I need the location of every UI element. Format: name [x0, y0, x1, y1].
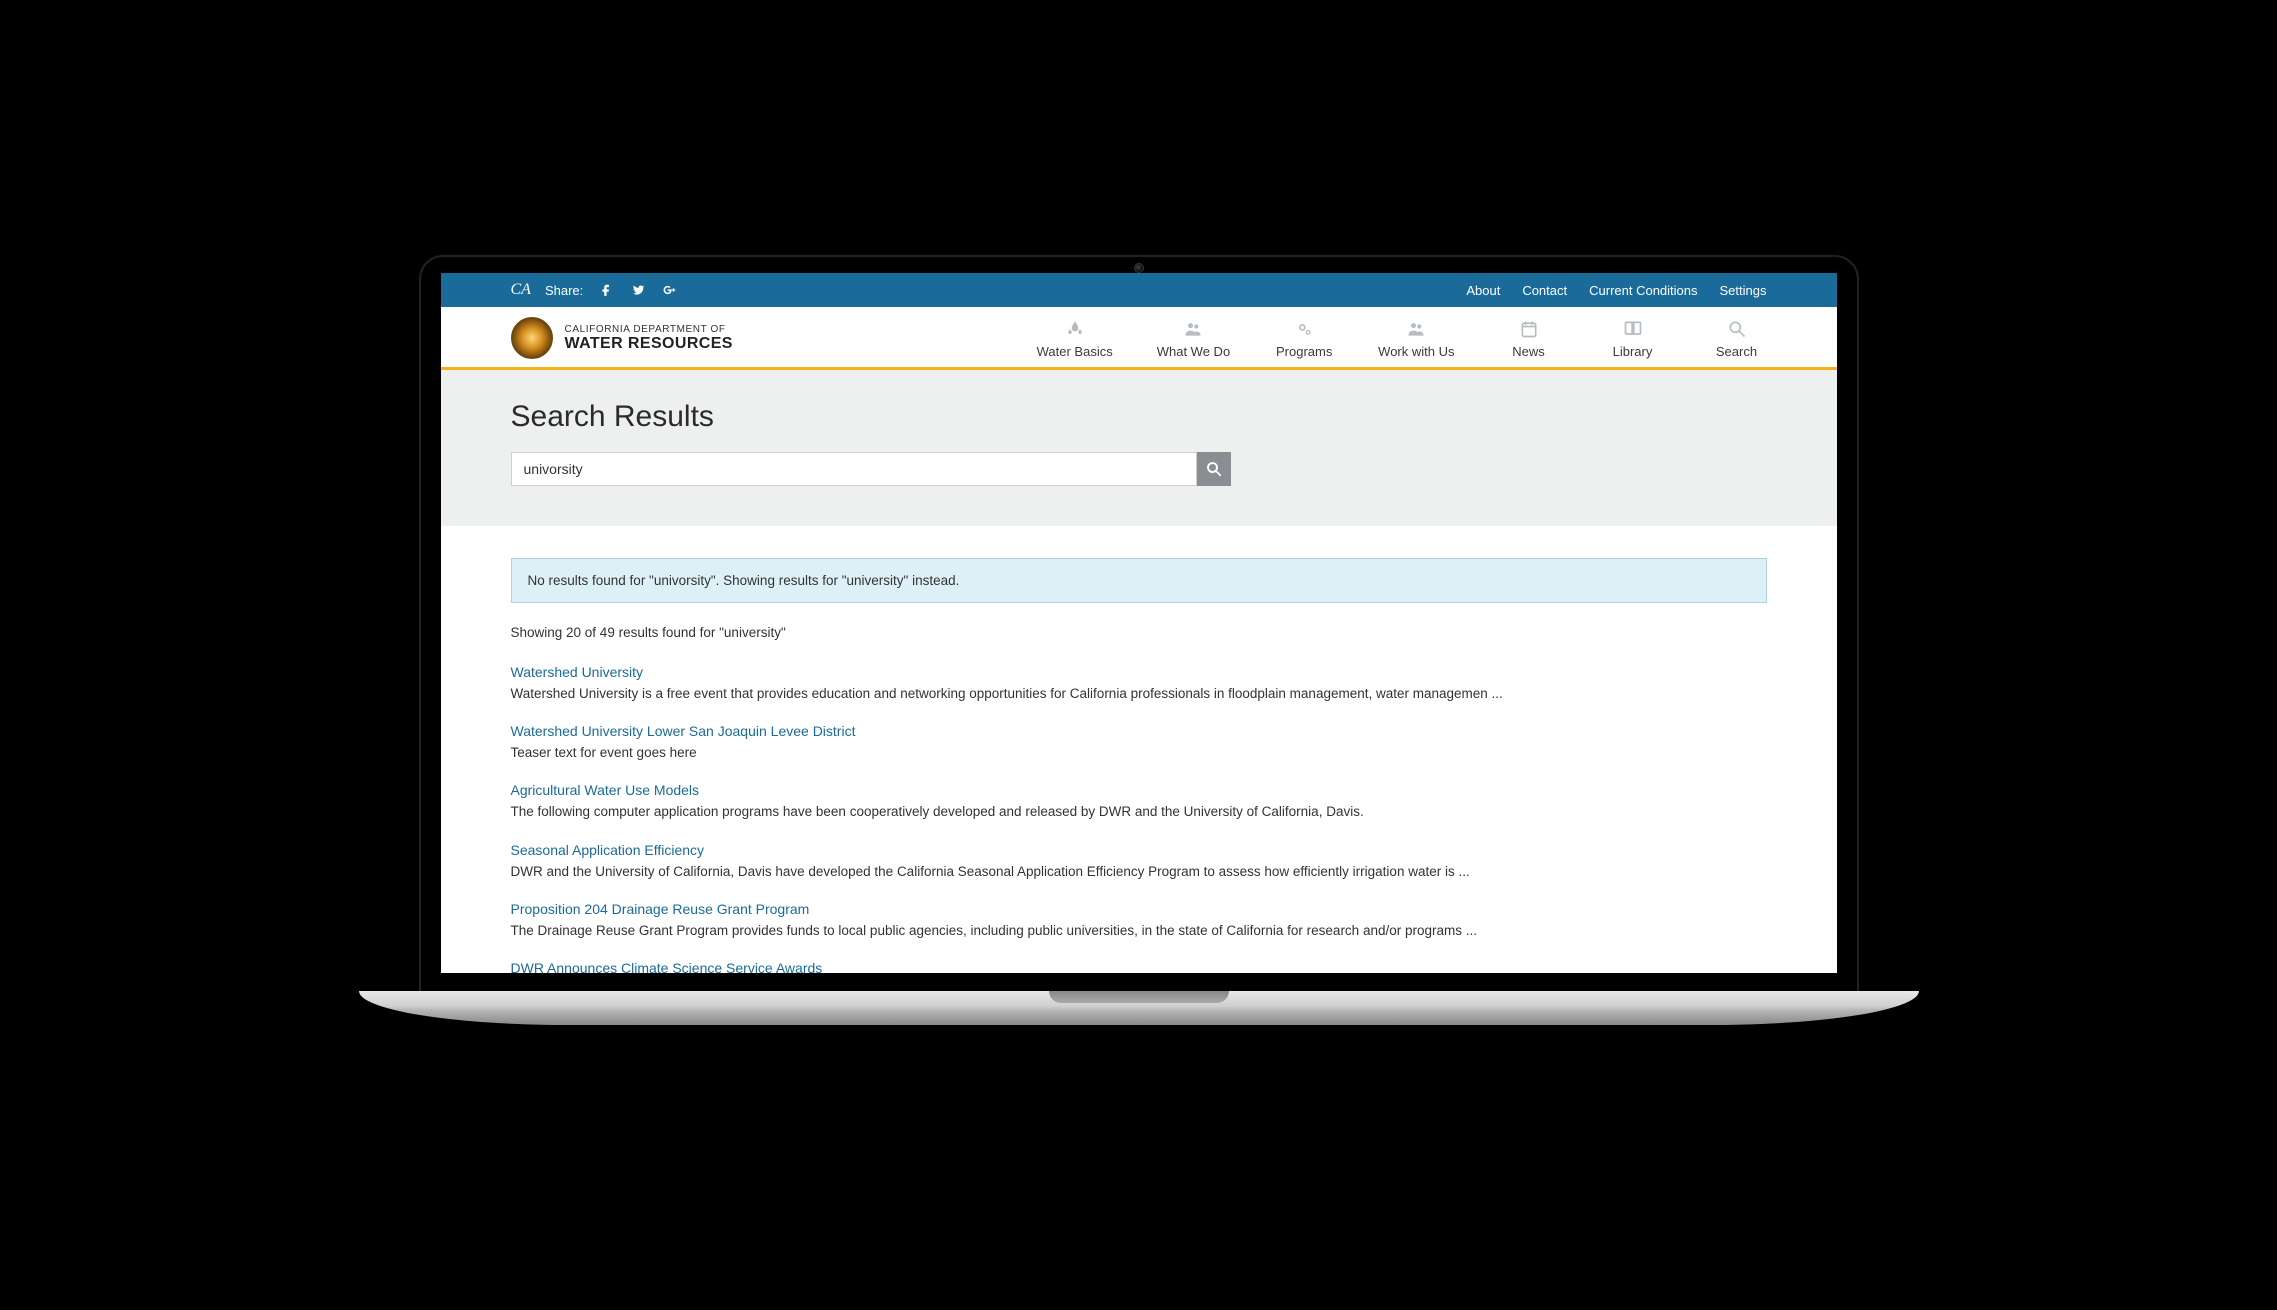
- result-desc: Teaser text for event goes here: [511, 744, 1767, 762]
- page-title: Search Results: [511, 400, 1767, 434]
- google-plus-icon[interactable]: [661, 281, 679, 299]
- utility-bar: CA Share: About Contact Current Condi: [441, 273, 1837, 307]
- ca-gov-logo[interactable]: CA: [511, 281, 531, 299]
- nav-programs[interactable]: Programs: [1274, 318, 1334, 359]
- nav-label: Programs: [1276, 344, 1332, 359]
- nav-label: Search: [1716, 344, 1757, 359]
- people-icon: [1405, 318, 1427, 340]
- state-seal-icon: [511, 317, 553, 359]
- people-icon: [1182, 318, 1204, 340]
- nav-library[interactable]: Library: [1603, 318, 1663, 359]
- book-icon: [1622, 318, 1644, 340]
- util-link-current-conditions[interactable]: Current Conditions: [1589, 283, 1697, 298]
- search-result: Proposition 204 Drainage Reuse Grant Pro…: [511, 901, 1767, 940]
- results-area: No results found for "univorsity". Showi…: [441, 526, 1837, 973]
- nav-label: News: [1512, 344, 1545, 359]
- laptop-base: [359, 991, 1919, 1025]
- laptop-mockup: CA Share: About Contact Current Condi: [419, 255, 1859, 1055]
- nav-work-with-us[interactable]: Work with Us: [1378, 318, 1454, 359]
- search-icon: [1726, 318, 1748, 340]
- result-title-link[interactable]: DWR Announces Climate Science Service Aw…: [511, 960, 823, 973]
- util-link-contact[interactable]: Contact: [1522, 283, 1567, 298]
- util-link-about[interactable]: About: [1466, 283, 1500, 298]
- util-link-settings[interactable]: Settings: [1720, 283, 1767, 298]
- nav-water-basics[interactable]: Water Basics: [1037, 318, 1113, 359]
- search-result: Agricultural Water Use Models The follow…: [511, 782, 1767, 821]
- search-row: [511, 452, 1231, 486]
- site-branding[interactable]: CALIFORNIA DEPARTMENT OF WATER RESOURCES: [511, 317, 733, 359]
- result-desc: The following computer application progr…: [511, 803, 1767, 821]
- search-input[interactable]: [511, 452, 1197, 486]
- nav-label: Water Basics: [1037, 344, 1113, 359]
- utility-right-links: About Contact Current Conditions Setting…: [1466, 283, 1766, 298]
- laptop-frame: CA Share: About Contact Current Condi: [419, 255, 1859, 995]
- laptop-notch: [1049, 991, 1229, 1003]
- gears-icon: [1293, 318, 1315, 340]
- nav-label: What We Do: [1157, 344, 1230, 359]
- result-title-link[interactable]: Agricultural Water Use Models: [511, 782, 700, 798]
- result-title-link[interactable]: Watershed University: [511, 664, 644, 680]
- search-result: Watershed University Watershed Universit…: [511, 664, 1767, 703]
- result-title-link[interactable]: Seasonal Application Efficiency: [511, 842, 705, 858]
- result-title-link[interactable]: Watershed University Lower San Joaquin L…: [511, 723, 856, 739]
- no-results-alert: No results found for "univorsity". Showi…: [511, 558, 1767, 603]
- branding-line2: WATER RESOURCES: [565, 335, 733, 353]
- facebook-icon[interactable]: [597, 281, 615, 299]
- nav-search[interactable]: Search: [1707, 318, 1767, 359]
- search-result: DWR Announces Climate Science Service Aw…: [511, 960, 1767, 973]
- nav-news[interactable]: News: [1499, 318, 1559, 359]
- search-result: Seasonal Application Efficiency DWR and …: [511, 842, 1767, 881]
- search-button[interactable]: [1197, 452, 1231, 486]
- share-label: Share:: [545, 283, 583, 298]
- calendar-icon: [1518, 318, 1540, 340]
- result-desc: Watershed University is a free event tha…: [511, 685, 1767, 703]
- utility-left: CA Share:: [511, 281, 680, 299]
- twitter-icon[interactable]: [629, 281, 647, 299]
- nav-what-we-do[interactable]: What We Do: [1157, 318, 1230, 359]
- main-header: CALIFORNIA DEPARTMENT OF WATER RESOURCES…: [441, 307, 1837, 370]
- results-summary: Showing 20 of 49 results found for "univ…: [511, 625, 1767, 640]
- branding-line1: CALIFORNIA DEPARTMENT OF: [565, 324, 733, 335]
- result-desc: DWR and the University of California, Da…: [511, 863, 1767, 881]
- search-header-section: Search Results: [441, 370, 1837, 526]
- primary-nav: Water Basics What We Do Programs: [1037, 318, 1767, 359]
- nav-label: Library: [1613, 344, 1653, 359]
- drops-icon: [1064, 318, 1086, 340]
- branding-text: CALIFORNIA DEPARTMENT OF WATER RESOURCES: [565, 324, 733, 353]
- result-title-link[interactable]: Proposition 204 Drainage Reuse Grant Pro…: [511, 901, 810, 917]
- camera-icon: [1134, 263, 1144, 273]
- search-result: Watershed University Lower San Joaquin L…: [511, 723, 1767, 762]
- nav-label: Work with Us: [1378, 344, 1454, 359]
- screen: CA Share: About Contact Current Condi: [441, 273, 1837, 973]
- result-desc: The Drainage Reuse Grant Program provide…: [511, 922, 1767, 940]
